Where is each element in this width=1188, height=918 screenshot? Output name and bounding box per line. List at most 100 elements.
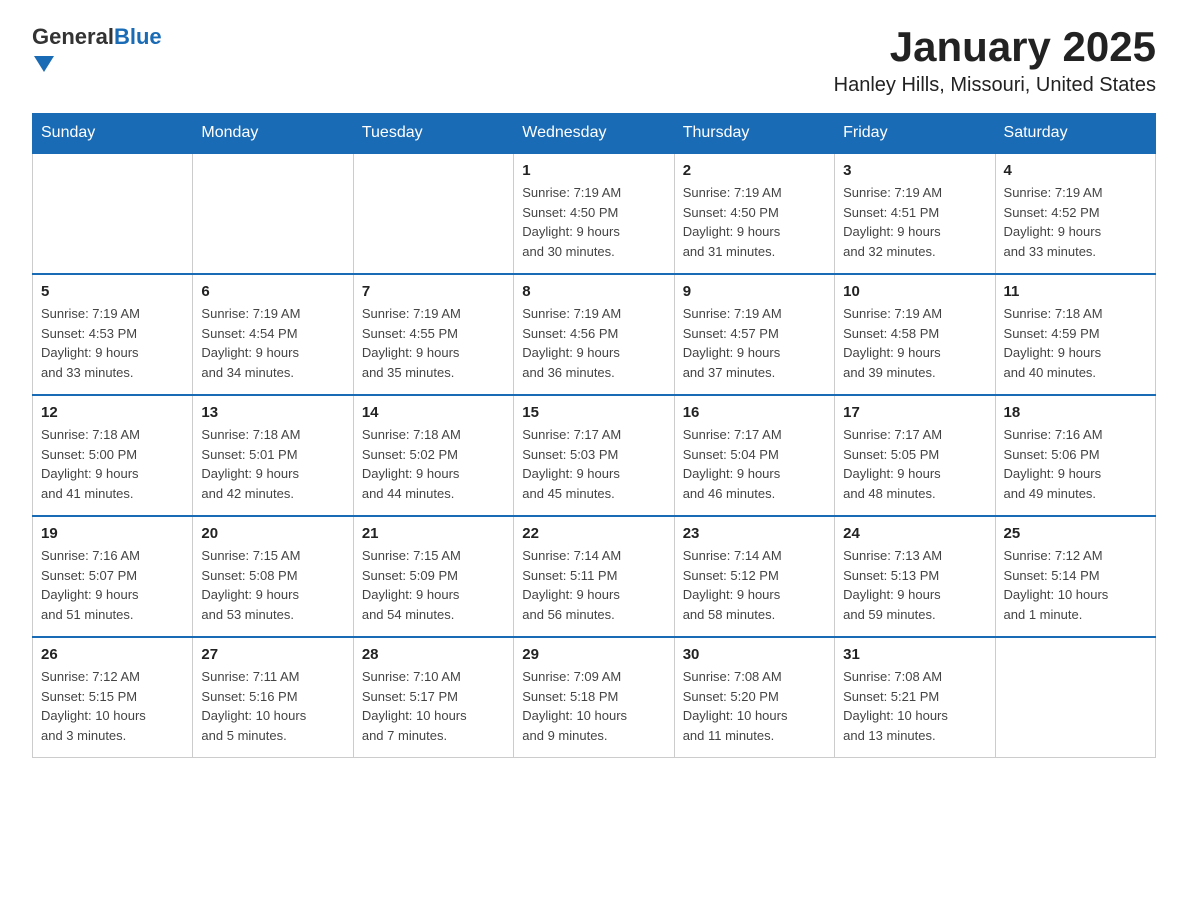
day-info: Sunrise: 7:19 AM Sunset: 4:57 PM Dayligh… (683, 304, 826, 382)
calendar-day-cell: 15 Sunrise: 7:17 AM Sunset: 5:03 PM Dayli… (514, 395, 674, 516)
calendar-day-cell: 9Sunrise: 7:19 AM Sunset: 4:57 PM Daylig… (674, 274, 834, 395)
calendar-day-cell: 23Sunrise: 7:14 AM Sunset: 5:12 PM Dayli… (674, 516, 834, 637)
day-info: Sunrise: 7:16 AM Sunset: 5:06 PM Dayligh… (1004, 425, 1147, 503)
day-of-week-header: Wednesday (514, 114, 674, 154)
calendar-subtitle: Hanley Hills, Missouri, United States (834, 74, 1156, 97)
day-of-week-header: Saturday (995, 114, 1155, 154)
day-info: Sunrise: 7:12 AM Sunset: 5:14 PM Dayligh… (1004, 546, 1147, 624)
calendar-day-cell: 1 Sunrise: 7:19 AM Sunset: 4:50 PM Daylig… (514, 153, 674, 274)
day-info: Sunrise: 7:09 AM Sunset: 5:18 PM Dayligh… (522, 667, 665, 745)
day-info: Sunrise: 7:18 AM Sunset: 5:00 PM Dayligh… (41, 425, 184, 503)
calendar-day-cell: 26 Sunrise: 7:12 AM Sunset: 5:15 PM Dayli… (33, 637, 193, 758)
logo-wordmark: GeneralBlue (32, 24, 162, 72)
day-info: Sunrise: 7:13 AM Sunset: 5:13 PM Dayligh… (843, 546, 986, 624)
day-number: 10 (843, 283, 986, 300)
calendar-day-cell: 7 Sunrise: 7:19 AM Sunset: 4:55 PM Daylig… (353, 274, 513, 395)
calendar-day-cell: 10 Sunrise: 7:19 AM Sunset: 4:58 PM Dayli… (835, 274, 995, 395)
day-info: Sunrise: 7:12 AM Sunset: 5:15 PM Dayligh… (41, 667, 184, 745)
calendar-day-cell: 25 Sunrise: 7:12 AM Sunset: 5:14 PM Dayli… (995, 516, 1155, 637)
day-number: 11 (1004, 283, 1147, 300)
calendar-day-cell: 3Sunrise: 7:19 AM Sunset: 4:51 PM Daylig… (835, 153, 995, 274)
day-info: Sunrise: 7:14 AM Sunset: 5:12 PM Dayligh… (683, 546, 826, 624)
day-info: Sunrise: 7:18 AM Sunset: 5:02 PM Dayligh… (362, 425, 505, 503)
day-number: 24 (843, 525, 986, 542)
day-number: 6 (201, 283, 344, 300)
day-info: Sunrise: 7:19 AM Sunset: 4:56 PM Dayligh… (522, 304, 665, 382)
calendar-day-cell: 16 Sunrise: 7:17 AM Sunset: 5:04 PM Dayli… (674, 395, 834, 516)
day-number: 20 (201, 525, 344, 542)
day-number: 14 (362, 404, 505, 421)
day-number: 12 (41, 404, 184, 421)
day-number: 5 (41, 283, 184, 300)
calendar-day-cell (995, 637, 1155, 758)
logo: GeneralBlue (32, 24, 162, 72)
day-number: 18 (1004, 404, 1147, 421)
calendar-week-row: 12 Sunrise: 7:18 AM Sunset: 5:00 PM Dayli… (33, 395, 1156, 516)
calendar-day-cell: 14 Sunrise: 7:18 AM Sunset: 5:02 PM Dayli… (353, 395, 513, 516)
calendar-day-cell: 30Sunrise: 7:08 AM Sunset: 5:20 PM Dayli… (674, 637, 834, 758)
calendar-day-cell: 12 Sunrise: 7:18 AM Sunset: 5:00 PM Dayli… (33, 395, 193, 516)
calendar-day-cell (353, 153, 513, 274)
day-info: Sunrise: 7:14 AM Sunset: 5:11 PM Dayligh… (522, 546, 665, 624)
calendar-day-cell: 13Sunrise: 7:18 AM Sunset: 5:01 PM Dayli… (193, 395, 353, 516)
day-info: Sunrise: 7:19 AM Sunset: 4:54 PM Dayligh… (201, 304, 344, 382)
day-number: 4 (1004, 162, 1147, 179)
day-number: 16 (683, 404, 826, 421)
day-info: Sunrise: 7:19 AM Sunset: 4:50 PM Dayligh… (522, 183, 665, 261)
day-info: Sunrise: 7:17 AM Sunset: 5:05 PM Dayligh… (843, 425, 986, 503)
calendar-day-cell: 6 Sunrise: 7:19 AM Sunset: 4:54 PM Daylig… (193, 274, 353, 395)
day-info: Sunrise: 7:17 AM Sunset: 5:04 PM Dayligh… (683, 425, 826, 503)
day-number: 30 (683, 646, 826, 663)
day-info: Sunrise: 7:17 AM Sunset: 5:03 PM Dayligh… (522, 425, 665, 503)
day-number: 19 (41, 525, 184, 542)
logo-triangle-icon (34, 56, 54, 72)
calendar-day-cell: 28 Sunrise: 7:10 AM Sunset: 5:17 PM Dayli… (353, 637, 513, 758)
day-number: 27 (201, 646, 344, 663)
day-info: Sunrise: 7:19 AM Sunset: 4:58 PM Dayligh… (843, 304, 986, 382)
day-of-week-header: Monday (193, 114, 353, 154)
day-info: Sunrise: 7:19 AM Sunset: 4:50 PM Dayligh… (683, 183, 826, 261)
calendar-title: January 2025 (834, 24, 1156, 70)
calendar-day-cell (193, 153, 353, 274)
day-number: 22 (522, 525, 665, 542)
calendar-day-cell: 4 Sunrise: 7:19 AM Sunset: 4:52 PM Daylig… (995, 153, 1155, 274)
calendar-week-row: 19 Sunrise: 7:16 AM Sunset: 5:07 PM Dayli… (33, 516, 1156, 637)
day-number: 26 (41, 646, 184, 663)
day-info: Sunrise: 7:19 AM Sunset: 4:52 PM Dayligh… (1004, 183, 1147, 261)
day-of-week-header: Thursday (674, 114, 834, 154)
day-number: 7 (362, 283, 505, 300)
day-info: Sunrise: 7:10 AM Sunset: 5:17 PM Dayligh… (362, 667, 505, 745)
day-of-week-header: Sunday (33, 114, 193, 154)
day-number: 3 (843, 162, 986, 179)
day-number: 1 (522, 162, 665, 179)
day-info: Sunrise: 7:15 AM Sunset: 5:09 PM Dayligh… (362, 546, 505, 624)
day-number: 21 (362, 525, 505, 542)
calendar-day-cell: 24 Sunrise: 7:13 AM Sunset: 5:13 PM Dayli… (835, 516, 995, 637)
day-of-week-header: Tuesday (353, 114, 513, 154)
calendar-day-cell: 19 Sunrise: 7:16 AM Sunset: 5:07 PM Dayli… (33, 516, 193, 637)
day-number: 8 (522, 283, 665, 300)
day-info: Sunrise: 7:19 AM Sunset: 4:53 PM Dayligh… (41, 304, 184, 382)
day-info: Sunrise: 7:15 AM Sunset: 5:08 PM Dayligh… (201, 546, 344, 624)
day-number: 17 (843, 404, 986, 421)
day-info: Sunrise: 7:18 AM Sunset: 4:59 PM Dayligh… (1004, 304, 1147, 382)
day-number: 15 (522, 404, 665, 421)
day-info: Sunrise: 7:19 AM Sunset: 4:55 PM Dayligh… (362, 304, 505, 382)
day-info: Sunrise: 7:16 AM Sunset: 5:07 PM Dayligh… (41, 546, 184, 624)
calendar-day-cell: 27Sunrise: 7:11 AM Sunset: 5:16 PM Dayli… (193, 637, 353, 758)
calendar-day-cell: 8 Sunrise: 7:19 AM Sunset: 4:56 PM Daylig… (514, 274, 674, 395)
calendar-day-cell: 2 Sunrise: 7:19 AM Sunset: 4:50 PM Daylig… (674, 153, 834, 274)
calendar-week-row: 1 Sunrise: 7:19 AM Sunset: 4:50 PM Daylig… (33, 153, 1156, 274)
calendar-day-cell (33, 153, 193, 274)
calendar-day-cell: 18 Sunrise: 7:16 AM Sunset: 5:06 PM Dayli… (995, 395, 1155, 516)
day-number: 25 (1004, 525, 1147, 542)
calendar-day-cell: 5 Sunrise: 7:19 AM Sunset: 4:53 PM Daylig… (33, 274, 193, 395)
calendar-day-cell: 21 Sunrise: 7:15 AM Sunset: 5:09 PM Dayli… (353, 516, 513, 637)
calendar-day-cell: 11 Sunrise: 7:18 AM Sunset: 4:59 PM Dayli… (995, 274, 1155, 395)
day-info: Sunrise: 7:18 AM Sunset: 5:01 PM Dayligh… (201, 425, 344, 503)
day-number: 2 (683, 162, 826, 179)
calendar-table: SundayMondayTuesdayWednesdayThursdayFrid… (32, 113, 1156, 758)
logo-general-text: General (32, 24, 114, 49)
day-number: 28 (362, 646, 505, 663)
day-info: Sunrise: 7:08 AM Sunset: 5:21 PM Dayligh… (843, 667, 986, 745)
